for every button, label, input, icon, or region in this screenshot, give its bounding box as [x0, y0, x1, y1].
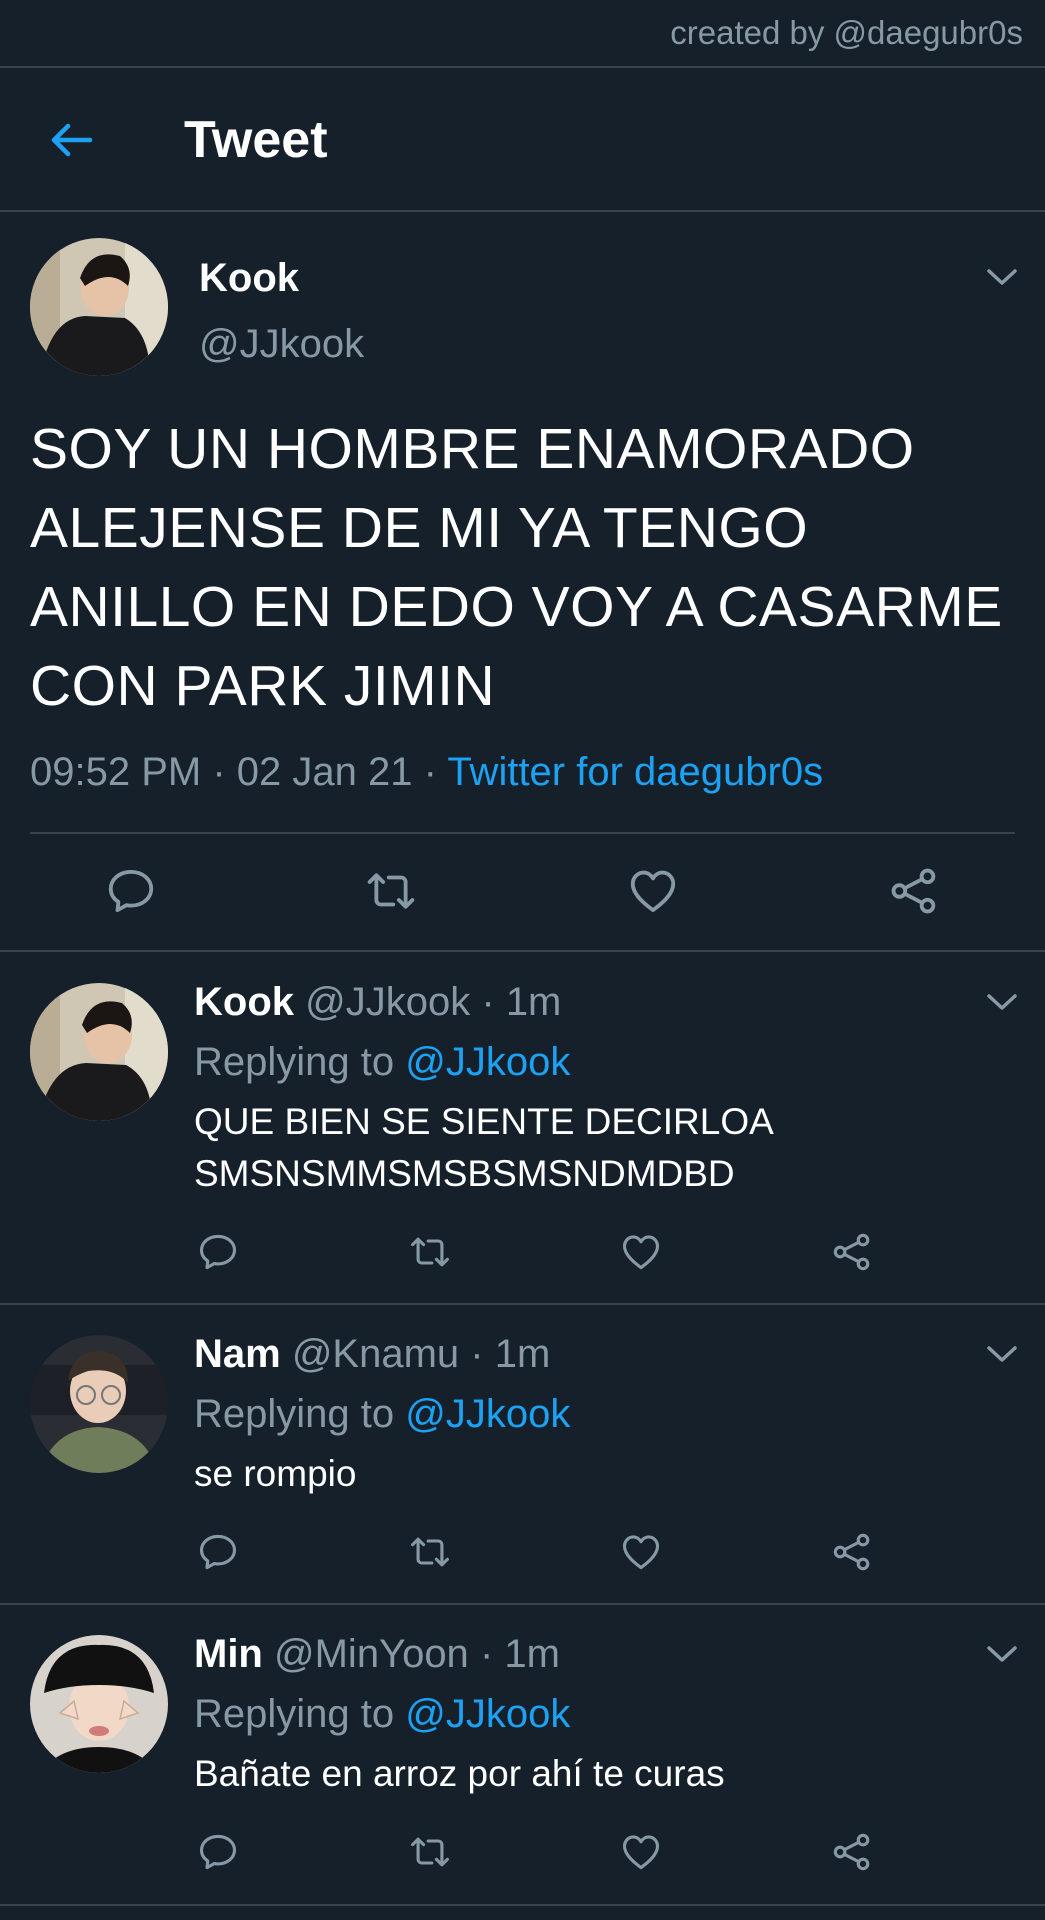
divider	[0, 1303, 1045, 1305]
reply-header: Kook @JJkook · 1m	[194, 980, 561, 1025]
reply-author-name[interactable]: Kook	[194, 980, 294, 1024]
reply-header: Nam @Knamu · 1m	[194, 1332, 550, 1377]
reply-author-name[interactable]: Nam	[194, 1332, 281, 1376]
avatar[interactable]	[30, 1635, 168, 1773]
tweet-source-link[interactable]: Twitter for daegubr0s	[447, 750, 823, 794]
reply-text: se rompio	[194, 1453, 357, 1494]
retweet-icon[interactable]	[408, 1830, 452, 1874]
reply-text: Bañate en arroz por ahí te curas	[194, 1753, 725, 1794]
replying-to: Replying to @JJkook	[194, 1692, 570, 1737]
avatar[interactable]	[30, 1335, 168, 1473]
reply-author-handle[interactable]: @MinYoon	[274, 1632, 469, 1676]
like-icon[interactable]	[619, 1530, 663, 1574]
reply-author-name[interactable]: Min	[194, 1632, 263, 1676]
retweet-icon[interactable]	[408, 1230, 452, 1274]
divider	[0, 950, 1045, 952]
replying-to-mention[interactable]: @JJkook	[405, 1692, 570, 1736]
replying-to-label: Replying to	[194, 1040, 395, 1084]
credit-text: created by @daegubr0s	[670, 14, 1023, 51]
retweet-icon[interactable]	[408, 1530, 452, 1574]
like-icon[interactable]	[619, 1230, 663, 1274]
replying-to-label: Replying to	[194, 1392, 395, 1436]
replying-to-label: Replying to	[194, 1692, 395, 1736]
tweet-author-handle[interactable]: @JJkook	[199, 322, 364, 367]
divider	[0, 66, 1045, 68]
reply-icon[interactable]	[196, 1830, 240, 1874]
like-icon[interactable]	[626, 864, 680, 918]
tweet-time: 09:52 PM	[30, 750, 202, 794]
reply-icon[interactable]	[196, 1230, 240, 1274]
chevron-down-icon[interactable]	[985, 1343, 1019, 1365]
divider	[0, 1904, 1045, 1906]
separator-dot: ·	[423, 750, 448, 794]
reply-author-handle[interactable]: @JJkook	[305, 980, 470, 1024]
divider	[0, 210, 1045, 212]
replying-to: Replying to @JJkook	[194, 1392, 570, 1437]
reply-header: Min @MinYoon · 1m	[194, 1632, 560, 1677]
share-icon[interactable]	[887, 864, 941, 918]
avatar[interactable]	[30, 983, 168, 1121]
replying-to-mention[interactable]: @JJkook	[405, 1040, 570, 1084]
retweet-icon[interactable]	[364, 864, 418, 918]
like-icon[interactable]	[619, 1830, 663, 1874]
tweet-meta: 09:52 PM · 02 Jan 21 · Twitter for daegu…	[30, 750, 823, 795]
page-title: Tweet	[184, 111, 328, 169]
reply-author-handle[interactable]: @Knamu	[292, 1332, 459, 1376]
chevron-down-icon[interactable]	[985, 991, 1019, 1013]
reply-text: QUE BIEN SE SIENTE DECIRLOA SMSNSMMSMSBS…	[194, 1101, 772, 1194]
replying-to: Replying to @JJkook	[194, 1040, 570, 1085]
chevron-down-icon[interactable]	[985, 1643, 1019, 1665]
avatar[interactable]	[30, 238, 168, 376]
divider	[30, 832, 1015, 834]
back-arrow-icon[interactable]	[46, 116, 94, 164]
reply-time: 1m	[494, 1332, 551, 1376]
share-icon[interactable]	[830, 1230, 874, 1274]
share-icon[interactable]	[830, 1530, 874, 1574]
reply-time: 1m	[505, 980, 562, 1024]
replying-to-mention[interactable]: @JJkook	[405, 1392, 570, 1436]
tweet-text: SOY UN HOMBRE ENAMORADO ALEJENSE DE MI Y…	[30, 417, 1003, 718]
reply-time: 1m	[504, 1632, 560, 1676]
tweet-author-name[interactable]: Kook	[199, 256, 299, 301]
separator-dot: ·	[470, 1332, 484, 1376]
share-icon[interactable]	[830, 1830, 874, 1874]
separator-dot: ·	[479, 1632, 494, 1676]
tweet-date: 02 Jan 21	[236, 750, 413, 794]
separator-dot: ·	[212, 750, 237, 794]
chevron-down-icon[interactable]	[985, 266, 1019, 288]
divider	[0, 1603, 1045, 1605]
reply-icon[interactable]	[196, 1530, 240, 1574]
reply-icon[interactable]	[104, 864, 158, 918]
separator-dot: ·	[481, 980, 495, 1024]
